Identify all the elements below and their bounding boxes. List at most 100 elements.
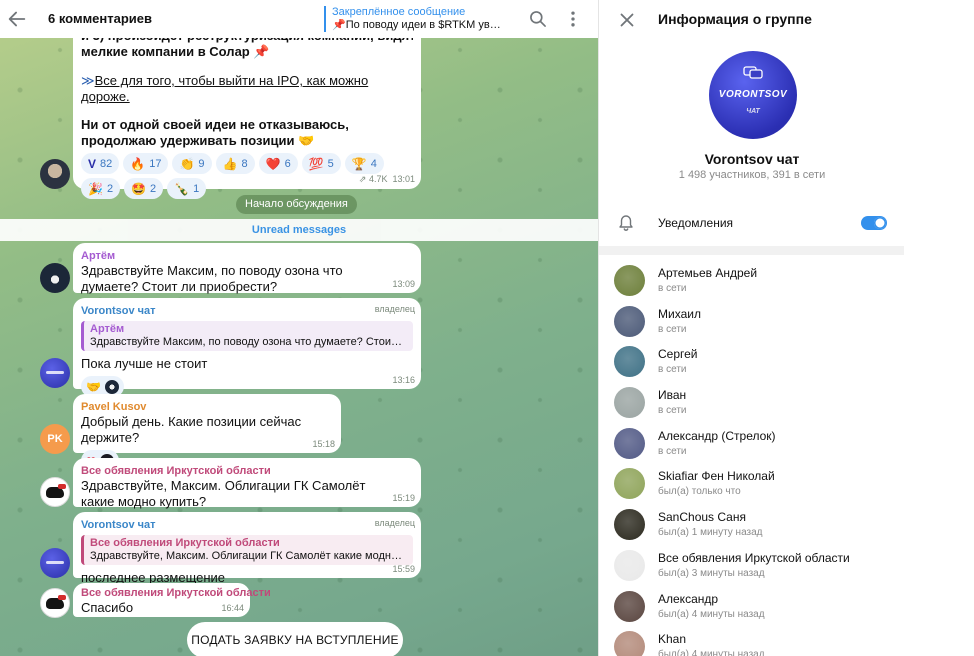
- reaction-count: 2: [106, 182, 114, 195]
- search-icon[interactable]: [528, 9, 548, 29]
- close-icon[interactable]: [616, 9, 638, 31]
- quote-text: Здравствуйте, Максим. Облигации ГК Самол…: [90, 550, 407, 562]
- member-row[interactable]: Александр был(а) 4 минуты назад: [599, 587, 904, 628]
- pinned-message-title: Закреплённое сообщение: [332, 6, 466, 18]
- chat-area: 6 комментариев Закреплённое сообщение 📌П…: [0, 0, 598, 656]
- notifications-row[interactable]: Уведомления: [599, 208, 904, 238]
- message-text: Здравствуйте, Максим. Облигации ГК Самол…: [81, 478, 366, 509]
- member-avatar: [614, 509, 645, 541]
- avatar-vorontsov[interactable]: [40, 358, 70, 388]
- member-avatar: [614, 468, 645, 500]
- group-logo-word: VORONTSOV: [718, 89, 788, 100]
- post-link-row: ≫Все для того, чтобы выйти на IPO, как м…: [81, 73, 413, 105]
- notifications-label: Уведомления: [658, 216, 734, 230]
- member-row[interactable]: Артемьев Андрей в сети: [599, 261, 904, 302]
- message-irkutsk-question[interactable]: Все обявления Иркутской области Здравств…: [73, 458, 421, 509]
- message-sender[interactable]: Pavel Kusov: [81, 400, 333, 414]
- reaction-chip[interactable]: 👍 8: [215, 153, 255, 174]
- join-request-button[interactable]: ПОДАТЬ ЗАЯВКУ НА ВСТУПЛЕНИЕ: [187, 622, 403, 656]
- avatar-artem[interactable]: [40, 263, 70, 293]
- pinned-message[interactable]: Закреплённое сообщение 📌По поводу идеи в…: [324, 6, 504, 32]
- avatar-vorontsov[interactable]: [40, 548, 70, 578]
- message-pavel-kusov[interactable]: Pavel Kusov Добрый день. Какие позиции с…: [73, 394, 341, 471]
- unread-messages-label: Unread messages: [251, 224, 347, 236]
- reaction-chip[interactable]: 🎉 2: [81, 178, 121, 199]
- member-name: Все обявления Иркутской области: [658, 550, 850, 565]
- message-artem[interactable]: Артём Здравствуйте Максим, по поводу озо…: [73, 243, 421, 294]
- reaction-chip[interactable]: 🍾 1: [167, 178, 207, 199]
- reaction-chip[interactable]: 🤩 2: [124, 178, 164, 199]
- message-vorontsov-reply-2[interactable]: Vorontsov чат владелец Все обявления Ирк…: [73, 512, 421, 585]
- reply-quote[interactable]: Артём Здравствуйте Максим, по поводу озо…: [81, 321, 413, 351]
- reaction-chip[interactable]: ❤️ 6: [258, 153, 298, 174]
- message-sender[interactable]: Vorontsov чат: [81, 518, 413, 532]
- panel-title: Информация о группе: [658, 11, 812, 27]
- reaction-emoji: 🤩: [131, 181, 147, 196]
- reaction-chip[interactable]: 🏆 4: [344, 153, 384, 174]
- back-arrow-icon[interactable]: [6, 8, 28, 30]
- post-views: 4.7K: [368, 174, 388, 184]
- message-time: 16:44: [221, 603, 244, 613]
- channel-post[interactable]: и 3) произойдёт реструктуризация компани…: [73, 22, 421, 199]
- member-status: в сети: [658, 283, 687, 294]
- group-member-count: 1 498 участников, 391 в сети: [678, 169, 826, 181]
- reaction-emoji: ❤️: [265, 156, 281, 171]
- member-row[interactable]: SanChous Саня был(а) 1 минуту назад: [599, 505, 904, 546]
- channel-author-avatar[interactable]: [40, 159, 70, 189]
- member-list: Артемьев Андрей в сети Михаил в сети Сергей в…: [599, 261, 904, 656]
- owner-badge: владелец: [374, 304, 415, 314]
- chat-bubble-icon: [743, 66, 763, 79]
- reaction-emoji: 👍: [222, 156, 238, 171]
- reaction-emoji: 💯: [308, 156, 324, 171]
- message-sender[interactable]: Vorontsov чат: [81, 304, 413, 318]
- group-info-panel: Информация о группе VORONTSOV ЧАТ Voront…: [598, 0, 904, 656]
- group-avatar[interactable]: VORONTSOV ЧАТ: [709, 51, 797, 139]
- group-name: Vorontsov чат: [704, 151, 800, 167]
- member-row[interactable]: Александр (Стрелок) в сети: [599, 424, 904, 465]
- message-vorontsov-reply-1[interactable]: Vorontsov чат владелец Артём Здравствуйт…: [73, 298, 421, 397]
- member-name: Khan: [658, 632, 687, 647]
- reaction-chip[interactable]: 💯 5: [301, 153, 341, 174]
- member-name: Артемьев Андрей: [658, 266, 758, 280]
- avatar-pavel-kusov[interactable]: PK: [40, 424, 70, 454]
- reaction-count: 5: [327, 157, 334, 170]
- avatar-irkutsk[interactable]: [40, 477, 70, 507]
- message-time: 15:59: [392, 564, 415, 574]
- member-row[interactable]: Skiafiar Фен Николай был(а) только что: [599, 464, 904, 505]
- quote-sender: Артём: [90, 323, 125, 335]
- member-status: в сети: [658, 405, 687, 417]
- member-row[interactable]: Иван в сети: [599, 383, 904, 424]
- reaction-emoji: 🏆: [351, 156, 367, 171]
- message-sender[interactable]: Артём: [81, 249, 413, 263]
- message-irkutsk-thanks[interactable]: Все обявления Иркутской области Спасибо …: [73, 583, 271, 617]
- reaction-count: 4: [370, 157, 377, 170]
- avatar-irkutsk[interactable]: [40, 588, 70, 618]
- member-status: в сети: [658, 323, 687, 335]
- member-row[interactable]: Khan был(а) 4 минуты назад: [599, 627, 904, 656]
- reaction-chip[interactable]: 🔥 17: [123, 153, 169, 174]
- member-row[interactable]: Все обявления Иркутской области был(а) 3 …: [599, 546, 904, 587]
- member-row[interactable]: Михаил в сети: [599, 302, 904, 343]
- link-prefix: ≫: [81, 73, 95, 88]
- member-row[interactable]: Сергей в сети: [599, 342, 904, 383]
- message-sender[interactable]: Все обявления Иркутской области: [81, 464, 413, 478]
- reply-quote[interactable]: Все обявления Иркутской области Здравств…: [81, 535, 413, 565]
- member-name: SanChous Саня: [658, 510, 746, 525]
- member-name: Александр: [658, 591, 719, 606]
- reaction-chip[interactable]: V 82: [81, 153, 120, 174]
- reaction-emoji: V: [88, 156, 97, 171]
- post-link[interactable]: Все для того, чтобы выйти на IPO, как мо…: [81, 73, 368, 104]
- notifications-toggle[interactable]: [861, 216, 887, 230]
- reaction-count: 82: [100, 157, 113, 170]
- reaction-chip[interactable]: 👏 9: [172, 153, 212, 174]
- message-sender[interactable]: Все обявления Иркутской области: [81, 586, 271, 600]
- member-avatar: [614, 387, 645, 419]
- more-options-icon[interactable]: [563, 9, 583, 29]
- views-icon: ⇗: [358, 174, 367, 184]
- post-meta: ⇗ 4.7K 13:01: [359, 174, 415, 185]
- pinned-message-text: 📌По поводу идеи в $RTKM увиде...: [332, 19, 504, 31]
- member-name: Александр (Стрелок): [658, 428, 776, 443]
- comments-count-title: 6 комментариев: [48, 11, 153, 26]
- post-time: 13:01: [392, 174, 415, 184]
- window-edge: [904, 0, 974, 656]
